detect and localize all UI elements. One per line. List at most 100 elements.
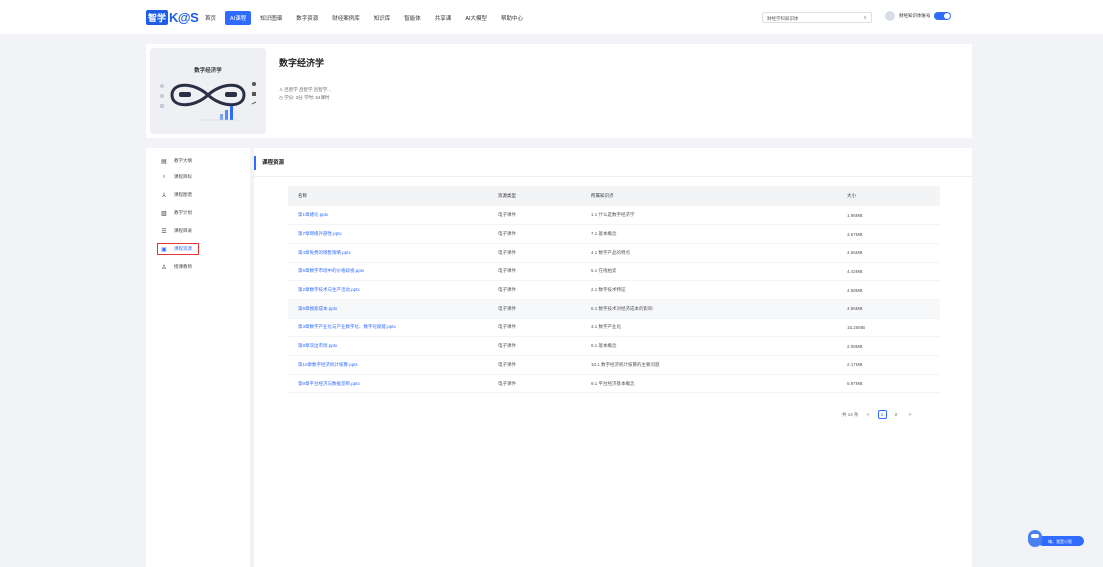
sidebar-item-label: 课程图谱	[174, 192, 192, 197]
site-logo[interactable]: 智学 K@S	[146, 9, 199, 25]
table-cell: 电子课件	[488, 336, 581, 356]
table-row: 第6章搜索成本.pptx 电子课件 6.1 数字技术对经济成本的影响 3.96MB	[288, 299, 940, 319]
table-cell: 3.96MB	[837, 299, 940, 319]
nav-item[interactable]: 数字资源	[291, 11, 323, 25]
nav-item[interactable]: AI课程	[225, 11, 252, 25]
table-cell: 15.25MB	[837, 318, 940, 338]
sidebar-item[interactable]: ♁ 课程目标	[160, 172, 192, 182]
table-cell: 2.17MB	[837, 355, 940, 375]
resource-link[interactable]: 第2章数字技术与生产活动.pptx	[288, 280, 488, 300]
table-cell: 电子课件	[488, 355, 581, 375]
resource-link[interactable]: 第7章网络外部性.pptx	[288, 224, 488, 244]
table-row: 第9章平台经济与数据垄断.pptx 电子课件 9.1 平台经济基本概念 5.97MB	[288, 374, 940, 394]
resource-panel: 课程资源 名称 资源类型 所属知识点 大小 第1章绪论.pptx 电子课件 1.1 什么是…	[254, 148, 972, 567]
resource-link[interactable]: 第5章数字市场中的价格歧视.pptx	[288, 262, 488, 282]
table-cell: 4.42MB	[837, 262, 940, 282]
table-header: 名称 资源类型 所属知识点 大小	[288, 186, 940, 206]
main-nav: 首页 AI课程 知识图谱 数字资源 财经案例库 知识库 智能体 共享课 AI大模型 帮助中心	[200, 11, 532, 25]
table-cell: 10.1 数字经济统计核算的主要问题	[581, 355, 837, 375]
resource-link[interactable]: 第4章免费的销售策略.pptx	[288, 243, 488, 263]
table-cell: 4.1 数字产品的特点	[581, 243, 837, 263]
sidebar-item-label: 课程资源	[174, 246, 192, 251]
subject-select[interactable]: 财经学科知识体 ∨	[762, 12, 872, 23]
course-teachers: ♙ 吕智学 吕智学 吕智学...	[279, 87, 331, 93]
table-cell: 2.1 数字技术特征	[581, 280, 837, 300]
sidebar-item[interactable]: ▣ 课程资源	[157, 243, 199, 255]
infinity-illustration	[160, 82, 257, 121]
table-cell: 电子课件	[488, 374, 581, 394]
sidebar-item-label: 课程目录	[174, 228, 192, 233]
table-cell: 2.08MB	[837, 336, 940, 356]
table-row: 第8章双边市场.pptx 电子课件 8.1 基本概念 2.08MB	[288, 336, 940, 356]
course-meta: ◷ 学分: 3分 学时: 64课时	[279, 95, 329, 101]
robot-icon	[1028, 530, 1042, 547]
table-cell: 7.1 基本概念	[581, 224, 837, 244]
table-row: 第5章数字市场中的价格歧视.pptx 电子课件 5.1 在线拍卖 4.42MB	[288, 262, 940, 282]
table-cell: 9.1 平台经济基本概念	[581, 374, 837, 394]
table-row: 第2章数字技术与生产活动.pptx 电子课件 2.1 数字技术特征 4.58MB	[288, 280, 940, 300]
course-header: 数字经济学 数字经济学 ♙ 吕智学 吕智学 吕智学... ◷ 学分: 3分 学时…	[146, 44, 972, 138]
sidebar-item-label: 授课教师	[174, 264, 192, 269]
table-cell: 4.58MB	[837, 280, 940, 300]
nav-item[interactable]: 知识库	[369, 11, 396, 25]
table-row: 第4章免费的销售策略.pptx 电子课件 4.1 数字产品的特点 3.66MB	[288, 243, 940, 263]
table-cell: 1.1 什么是数字经济学	[581, 206, 837, 226]
page-1-button[interactable]: 1	[877, 410, 887, 419]
table-row: 第1章绪论.pptx 电子课件 1.1 什么是数字经济学 1.95MB	[288, 206, 940, 226]
nav-item[interactable]: 首页	[200, 11, 221, 25]
subject-select-value: 财经学科知识体	[767, 15, 799, 21]
sidebar-item[interactable]: ▤ 教学大纲	[160, 156, 192, 166]
next-page-button[interactable]: >	[906, 410, 915, 419]
divider	[254, 176, 972, 177]
resource-link[interactable]: 第6章搜索成本.pptx	[288, 299, 488, 319]
table-cell: 1.95MB	[837, 206, 940, 226]
course-title: 数字经济学	[279, 58, 325, 68]
nav-item[interactable]: AI大模型	[460, 11, 492, 25]
table-cell: 电子课件	[488, 262, 581, 282]
nav-item[interactable]: 财经案例库	[327, 11, 365, 25]
table-row: 第7章网络外部性.pptx 电子课件 7.1 基本概念 3.67MB	[288, 224, 940, 244]
nav-item[interactable]: 智能体	[399, 11, 426, 25]
book-icon: ▤	[161, 158, 167, 165]
resource-link[interactable]: 第3章数字产业化与产业数字化、数字化赋能.pptx	[288, 318, 488, 338]
column-header: 名称	[288, 186, 488, 206]
user-icon: ♙	[161, 264, 167, 271]
sidebar-item[interactable]: ♙ 授课教师	[160, 262, 192, 272]
table-cell: 电子课件	[488, 280, 581, 300]
table-cell: 8.1 基本概念	[581, 336, 837, 356]
avatar	[885, 11, 895, 21]
assistant-label: 嗨，我是小智	[1038, 536, 1084, 546]
list-icon: ☰	[161, 228, 167, 235]
sidebar-item[interactable]: ☰ 课程目录	[160, 226, 192, 236]
sidebar-item[interactable]: ⅄ 课程图谱	[160, 190, 192, 200]
resource-icon: ▣	[161, 246, 167, 253]
sidebar-item-label: 教学大纲	[174, 158, 192, 163]
nav-item[interactable]: 知识图谱	[255, 11, 287, 25]
table-cell: 5.1 在线拍卖	[581, 262, 837, 282]
page-2-button[interactable]: 2	[892, 410, 901, 419]
theme-toggle[interactable]	[933, 12, 951, 20]
resource-link[interactable]: 第8章双边市场.pptx	[288, 336, 488, 356]
pagination-total: 共 14 条	[842, 411, 859, 417]
sidebar-item-label: 课程目标	[174, 174, 192, 179]
resource-link[interactable]: 第9章平台经济与数据垄断.pptx	[288, 374, 488, 394]
nav-item[interactable]: 共享课	[430, 11, 457, 25]
table-row: 第3章数字产业化与产业数字化、数字化赋能.pptx 电子课件 3.1 数字产业化 15…	[288, 318, 940, 338]
resource-table: 名称 资源类型 所属知识点 大小 第1章绪论.pptx 电子课件 1.1 什么是数字经济学…	[288, 186, 940, 394]
plan-icon: ▨	[161, 210, 167, 217]
table-cell: 电子课件	[488, 224, 581, 244]
course-cover: 数字经济学	[150, 48, 266, 134]
meta-text: 学分: 3分 学时: 64课时	[284, 95, 330, 100]
prev-page-button[interactable]: <	[864, 410, 873, 419]
nav-item[interactable]: 帮助中心	[496, 11, 528, 25]
column-header: 所属知识点	[581, 186, 837, 206]
column-header: 资源类型	[488, 186, 581, 206]
table-cell: 电子课件	[488, 206, 581, 226]
user-menu[interactable]: 财经知识体账号	[885, 11, 951, 21]
resource-link[interactable]: 第10章数字经济统计核算.pptx	[288, 355, 488, 375]
ai-assistant-button[interactable]: 嗨，我是小智	[1028, 530, 1084, 547]
table-body: 第1章绪论.pptx 电子课件 1.1 什么是数字经济学 1.95MB 第7章网络外部性…	[288, 206, 940, 394]
sidebar-item[interactable]: ▨ 教学计划	[160, 208, 192, 218]
table-cell: 电子课件	[488, 318, 581, 338]
resource-link[interactable]: 第1章绪论.pptx	[288, 206, 488, 226]
